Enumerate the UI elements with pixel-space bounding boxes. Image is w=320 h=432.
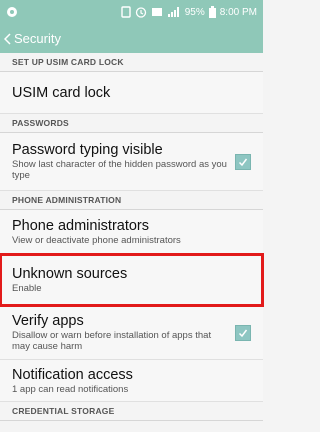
app-notification-icon <box>6 6 18 18</box>
battery-percent: 95% <box>184 6 205 18</box>
action-bar: Security <box>0 24 263 53</box>
password-visible-checkbox[interactable] <box>235 153 251 170</box>
phone-administrators-subtitle: View or deactivate phone administrators <box>12 234 181 246</box>
page-title[interactable]: Security <box>14 31 61 46</box>
verify-apps-subtitle: Disallow or warn before installation of … <box>12 330 212 352</box>
password-visible-subtitle: Show last character of the hidden passwo… <box>12 159 227 181</box>
lte-icon <box>151 6 163 18</box>
phone-administrators-item[interactable]: Phone administrators View or deactivate … <box>0 210 263 254</box>
status-time: 8:00 PM <box>219 6 257 18</box>
battery-icon <box>208 6 216 18</box>
unknown-sources-title: Unknown sources <box>12 265 128 282</box>
section-passwords: PASSWORDS <box>0 114 263 133</box>
usim-card-lock-title: USIM card lock <box>12 84 111 101</box>
phone-administrators-title: Phone administrators <box>12 217 150 234</box>
notification-access-item[interactable]: Notification access 1 app can read notif… <box>0 360 263 402</box>
password-visible-item[interactable]: Password typing visible Show last charac… <box>0 133 263 191</box>
nfc-icon <box>121 6 131 18</box>
notification-access-title: Notification access <box>12 366 133 383</box>
usim-card-lock-item[interactable]: USIM card lock <box>0 72 263 114</box>
unknown-sources-subtitle: Enable <box>12 282 42 294</box>
verify-apps-checkbox[interactable] <box>235 324 251 341</box>
signal-icon <box>167 6 181 18</box>
verify-apps-item[interactable]: Verify apps Disallow or warn before inst… <box>0 306 263 360</box>
section-usim: SET UP USIM CARD LOCK <box>0 53 263 72</box>
notification-access-subtitle: 1 app can read notifications <box>12 383 129 395</box>
unknown-sources-item[interactable]: Unknown sources Enable <box>0 253 264 307</box>
chevron-left-icon[interactable] <box>4 32 12 45</box>
verify-apps-title: Verify apps <box>12 313 84 329</box>
password-visible-title: Password typing visible <box>12 142 163 158</box>
alarm-icon <box>135 6 147 18</box>
section-credential-storage: CREDENTIAL STORAGE <box>0 402 263 421</box>
status-bar: 95% 8:00 PM <box>0 0 263 24</box>
section-phone-admin: PHONE ADMINISTRATION <box>0 191 263 210</box>
